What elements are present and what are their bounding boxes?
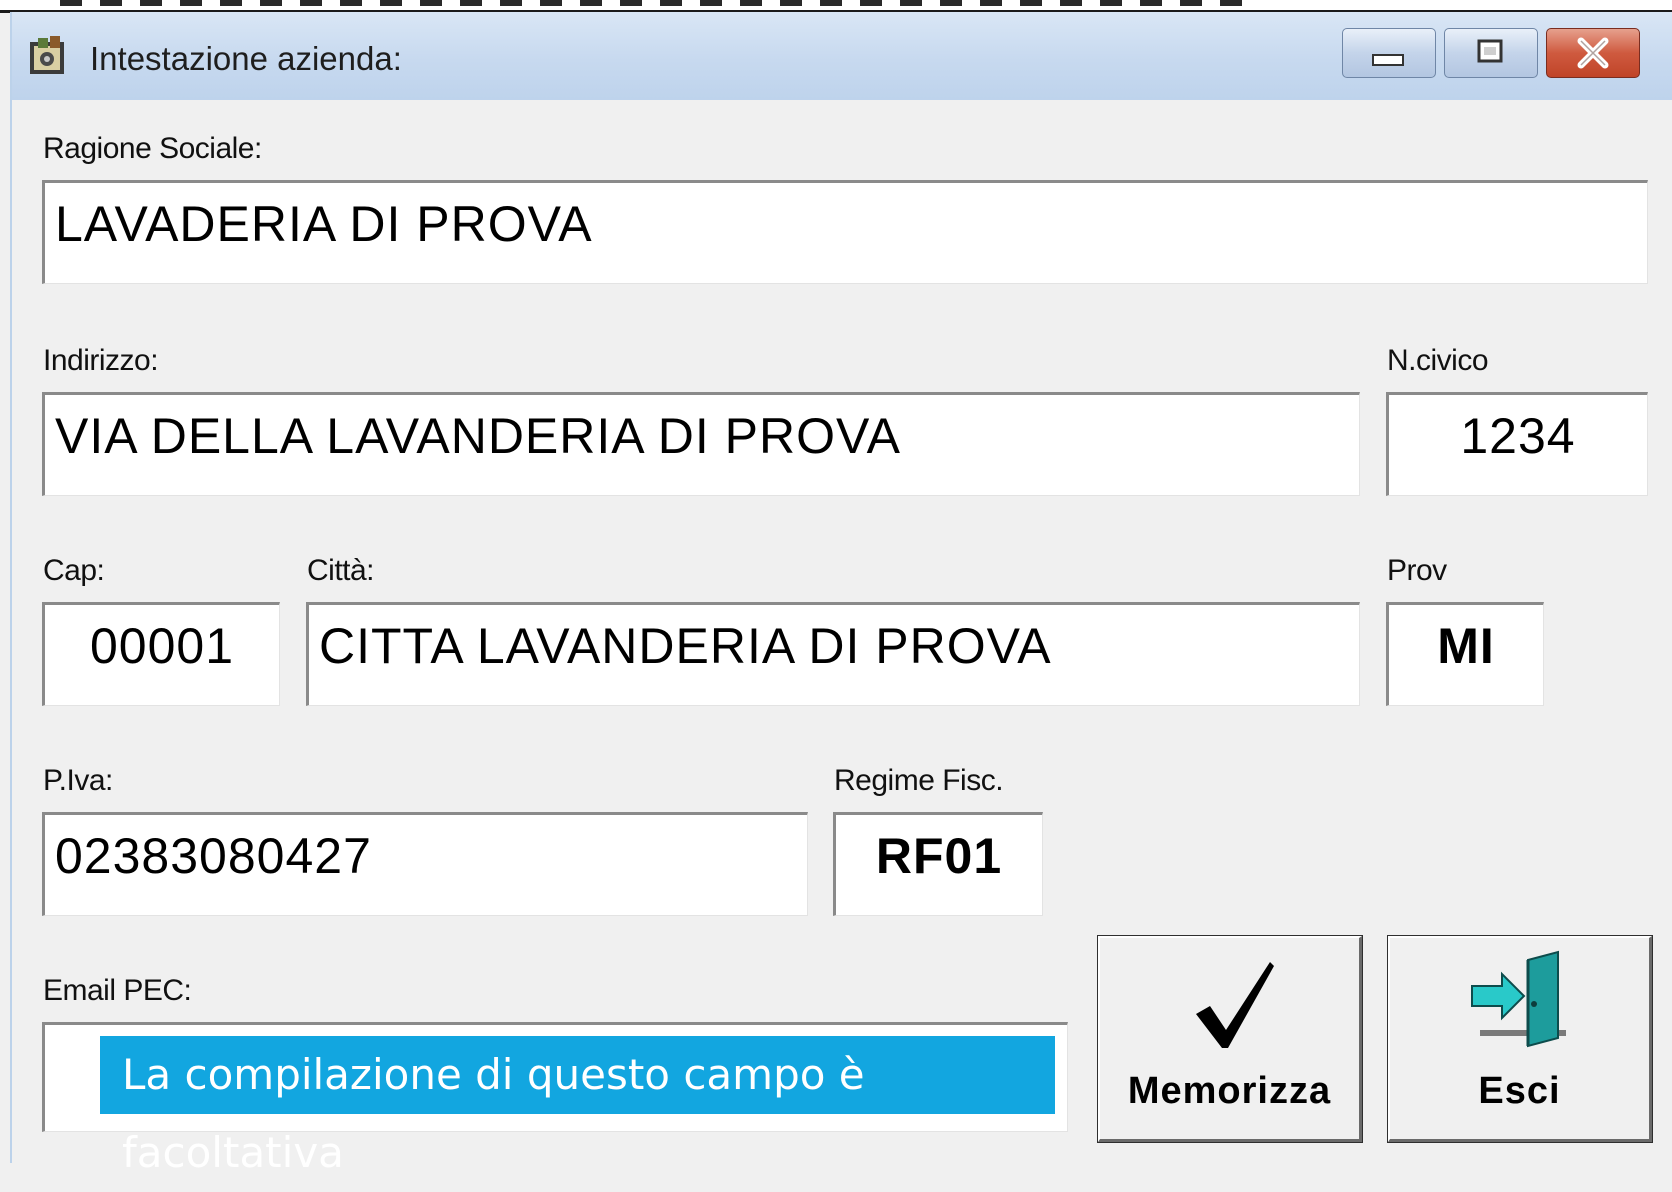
optional-field-tooltip: La compilazione di questo campo è facolt… — [100, 1036, 1055, 1177]
memorizza-button[interactable]: Memorizza — [1097, 935, 1363, 1143]
app-icon[interactable] — [26, 34, 70, 78]
minimize-button[interactable] — [1342, 28, 1436, 78]
ragione-sociale-field[interactable]: LAVADERIA DI PROVA — [42, 180, 1648, 284]
title-bar[interactable]: Intestazione azienda: — [12, 12, 1672, 100]
cap-label: Cap: — [43, 554, 105, 587]
maximize-icon — [1477, 39, 1503, 63]
minimize-icon — [1372, 54, 1404, 66]
piva-value: 02383080427 — [55, 828, 372, 884]
background-window-text — [60, 0, 1260, 6]
close-icon — [1577, 37, 1609, 69]
regime-fisc-value: RF01 — [875, 828, 1003, 884]
piva-label: P.Iva: — [43, 764, 113, 797]
email-pec-label: Email PEC: — [43, 974, 192, 1007]
citta-field[interactable]: CITTA LAVANDERIA DI PROVA — [306, 602, 1360, 706]
n-civico-field[interactable]: 1234 — [1386, 392, 1648, 496]
ragione-sociale-label: Ragione Sociale: — [43, 132, 262, 165]
prov-label: Prov — [1387, 554, 1447, 587]
citta-value: CITTA LAVANDERIA DI PROVA — [319, 618, 1052, 674]
citta-label: Città: — [307, 554, 375, 587]
prov-field[interactable]: MI — [1386, 602, 1544, 706]
prov-value: MI — [1437, 618, 1495, 674]
cap-value: 00001 — [89, 618, 235, 674]
checkmark-icon — [1196, 962, 1274, 1048]
maximize-button[interactable] — [1444, 28, 1538, 78]
indirizzo-label: Indirizzo: — [43, 344, 159, 377]
regime-fisc-label: Regime Fisc. — [834, 764, 1004, 797]
exit-door-icon — [1471, 950, 1566, 1048]
n-civico-value: 1234 — [1460, 408, 1576, 464]
indirizzo-field[interactable]: VIA DELLA LAVANDERIA DI PROVA — [42, 392, 1360, 496]
cap-field[interactable]: 00001 — [42, 602, 280, 706]
window-title: Intestazione azienda: — [90, 40, 402, 77]
ragione-sociale-value: LAVADERIA DI PROVA — [55, 196, 593, 252]
n-civico-label: N.civico — [1387, 344, 1489, 377]
close-button[interactable] — [1546, 28, 1640, 78]
piva-field[interactable]: 02383080427 — [42, 812, 808, 916]
regime-fisc-field[interactable]: RF01 — [833, 812, 1043, 916]
esci-button[interactable]: Esci — [1387, 935, 1653, 1143]
memorizza-label: Memorizza — [1127, 1070, 1332, 1112]
indirizzo-value: VIA DELLA LAVANDERIA DI PROVA — [55, 408, 901, 464]
esci-label: Esci — [1478, 1070, 1561, 1112]
